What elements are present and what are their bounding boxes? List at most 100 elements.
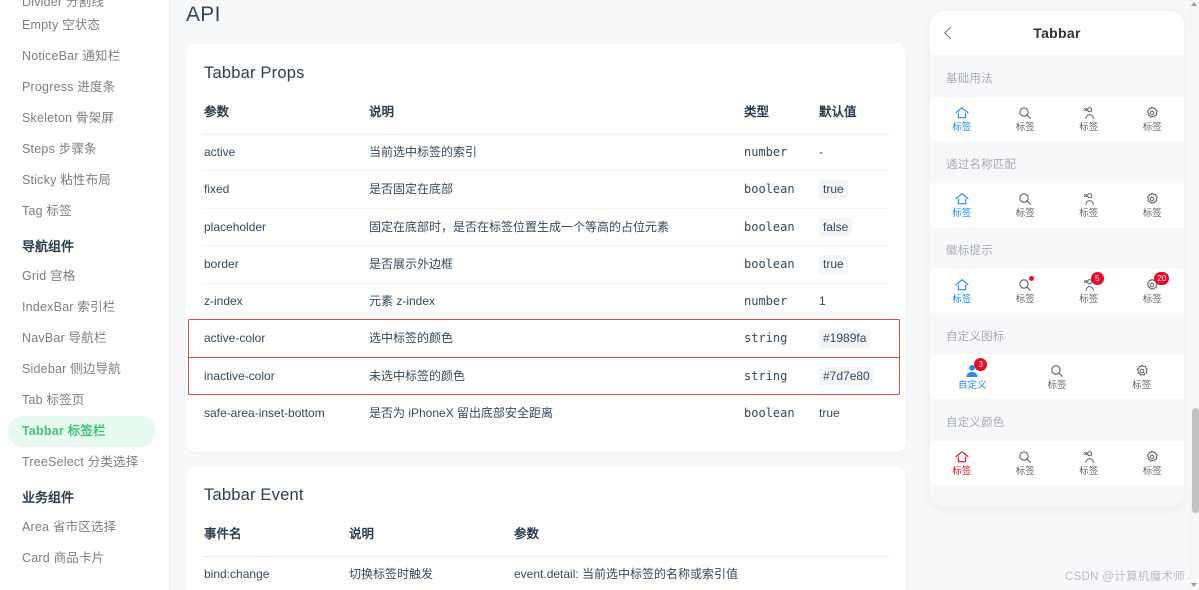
cell-desc: 当前选中标签的索引 <box>367 135 742 171</box>
home-icon <box>954 191 970 207</box>
home-icon <box>954 105 970 121</box>
setting-icon <box>1134 363 1150 379</box>
table-header-row: 参数 说明 类型 默认值 <box>202 97 890 135</box>
preview-bottom-spacer <box>930 485 1184 507</box>
sidebar-item-4[interactable]: Skeleton 骨架屏 <box>0 103 169 134</box>
sidebar-item-9[interactable]: Grid 宫格 <box>0 261 169 292</box>
watermark: CSDN @计算机魔术师 <box>1065 568 1185 584</box>
setting-icon: 20 <box>1144 277 1160 293</box>
col-type: 类型 <box>742 97 817 135</box>
sidebar-item-10[interactable]: IndexBar 索引栏 <box>0 292 169 323</box>
tabbar-props-body: active当前选中标签的索引number-fixed是否固定在底部 boolea… <box>202 135 890 431</box>
cell-desc: 固定在底部时，是否在标签位置生成一个等高的占位元素 <box>367 208 742 246</box>
cell-default: false <box>817 208 890 246</box>
tabbar-item-setting[interactable]: 标签 <box>1121 191 1185 219</box>
friends-icon <box>1081 449 1097 465</box>
sidebar-item-17[interactable]: Area 省市区选择 <box>0 512 169 543</box>
table-row: active-color选中标签的颜色string#1989fa <box>202 319 890 357</box>
table-row: active当前选中标签的索引number- <box>202 135 890 171</box>
cell-param: active <box>202 135 367 171</box>
tabbar-props-table: 参数 说明 类型 默认值 active当前选中标签的索引number-fixed… <box>202 97 890 430</box>
sidebar-group-title: 导航组件 <box>0 227 169 261</box>
sidebar-item-13[interactable]: Tab 标签页 <box>0 385 169 416</box>
tabbar-item-label: 标签 <box>1016 209 1035 219</box>
tabbar-item-label: 标签 <box>952 209 971 219</box>
tabbar-item-home[interactable]: 标签 <box>930 105 994 133</box>
sidebar-item-12[interactable]: Sidebar 侧边导航 <box>0 354 169 385</box>
sidebar-item-3[interactable]: Progress 进度条 <box>0 72 169 103</box>
tabbar-item-label: 标签 <box>1132 381 1151 391</box>
tabbar-item-setting[interactable]: 标签 <box>1099 363 1184 391</box>
cell-desc: 是否固定在底部 <box>367 170 742 208</box>
tabbar-preview: 标签标签标签标签 <box>930 97 1184 141</box>
scroll-down-arrow-icon[interactable] <box>1191 583 1197 587</box>
tabbar-item-home[interactable]: 标签 <box>930 277 994 305</box>
sidebar: Divider 分割线Empty 空状态NoticeBar 通知栏Progres… <box>0 0 170 590</box>
tabbar-item-setting[interactable]: 20 标签 <box>1121 277 1185 305</box>
sidebar-item-14[interactable]: Tabbar 标签栏 <box>8 416 156 447</box>
cell-type: number <box>742 135 817 171</box>
doc-scroll-area[interactable]: API Tabbar Props 参数 说明 类型 默认值 active当前选中… <box>170 0 923 590</box>
tabbar-item-search[interactable]: 标签 <box>994 191 1058 219</box>
table-row: placeholder固定在底部时，是否在标签位置生成一个等高的占位元素bool… <box>202 208 890 246</box>
tabbar-item-friends[interactable]: 5标签 <box>1057 277 1121 305</box>
cell-type: number <box>742 284 817 320</box>
sidebar-item-2[interactable]: NoticeBar 通知栏 <box>0 41 169 72</box>
tabbar-item-friends[interactable]: 标签 <box>1057 105 1121 133</box>
cell-param: fixed <box>202 170 367 208</box>
tabbar-item-label: 标签 <box>1016 295 1035 305</box>
sidebar-item-18[interactable]: Card 商品卡片 <box>0 543 169 574</box>
card-tabbar-props: Tabbar Props 参数 说明 类型 默认值 active当前选中标签的索… <box>186 44 906 452</box>
sidebar-item-7[interactable]: Tag 标签 <box>0 196 169 227</box>
cell-type: boolean <box>742 395 817 430</box>
sidebar-item-5[interactable]: Steps 步骤条 <box>0 134 169 165</box>
badge: 20 <box>1154 272 1169 285</box>
scrollbar-thumb[interactable] <box>1192 408 1199 513</box>
tabbar-item-friends[interactable]: 标签 <box>1057 191 1121 219</box>
vertical-scrollbar[interactable] <box>1190 0 1199 590</box>
search-icon <box>1017 277 1033 293</box>
preview-section-title: 自定义图标 <box>930 313 1184 355</box>
tabbar-item-home[interactable]: 标签 <box>930 449 994 477</box>
cell-desc: 未选中标签的颜色 <box>367 357 742 395</box>
sidebar-item-1[interactable]: Empty 空状态 <box>0 10 169 41</box>
avatar-icon: 3 <box>964 363 980 379</box>
badge: 5 <box>1091 272 1104 285</box>
tabbar-item-label: 标签 <box>952 123 971 133</box>
tabbar-item-label: 标签 <box>952 295 971 305</box>
tabbar-item-search[interactable]: 标签 <box>994 105 1058 133</box>
scroll-up-arrow-icon[interactable] <box>1191 2 1197 6</box>
tabbar-item-search[interactable]: 标签 <box>994 449 1058 477</box>
tabbar-item-search[interactable]: 标签 <box>1015 363 1100 391</box>
tabbar-item-search[interactable]: 标签 <box>994 277 1058 305</box>
tabbar-item-setting[interactable]: 标签 <box>1121 449 1185 477</box>
cell-desc: 选中标签的颜色 <box>367 319 742 357</box>
preview-section-title: 通过名称匹配 <box>930 141 1184 183</box>
tabbar-item-friends[interactable]: 标签 <box>1057 449 1121 477</box>
tabbar-item-setting[interactable]: 标签 <box>1121 105 1185 133</box>
sidebar-item-15[interactable]: TreeSelect 分类选择 <box>0 447 169 478</box>
friends-icon: 5 <box>1081 277 1097 293</box>
table-row: border是否展示外边框booleantrue <box>202 246 890 284</box>
cell-name: bind:change <box>202 557 347 590</box>
sidebar-item-11[interactable]: NavBar 导航栏 <box>0 323 169 354</box>
tabbar-item-label: 标签 <box>1143 295 1162 305</box>
card-heading: Tabbar Props <box>204 64 890 83</box>
cell-param: z-index <box>202 284 367 320</box>
sidebar-item-6[interactable]: Sticky 粘性布局 <box>0 165 169 196</box>
cell-param: active-color <box>202 319 367 357</box>
search-icon <box>1049 363 1065 379</box>
tabbar-preview: 标签标签标签标签 <box>930 441 1184 485</box>
badge: 3 <box>974 358 987 371</box>
cell-param: event.detail: 当前选中标签的名称或索引值 <box>512 557 890 590</box>
setting-icon <box>1144 105 1160 121</box>
friends-icon <box>1081 105 1097 121</box>
tabbar-item-home[interactable]: 标签 <box>930 191 994 219</box>
cell-desc: 是否为 iPhoneX 留出底部安全距离 <box>367 395 742 430</box>
sidebar-item-0[interactable]: Divider 分割线 <box>0 0 169 10</box>
table-row: inactive-color未选中标签的颜色string#7d7e80 <box>202 357 890 395</box>
tabbar-item-label: 标签 <box>1143 467 1162 477</box>
tabbar-item-avatar[interactable]: 3自定义 <box>930 363 1015 391</box>
setting-icon <box>1144 191 1160 207</box>
col-default: 默认值 <box>817 97 890 135</box>
